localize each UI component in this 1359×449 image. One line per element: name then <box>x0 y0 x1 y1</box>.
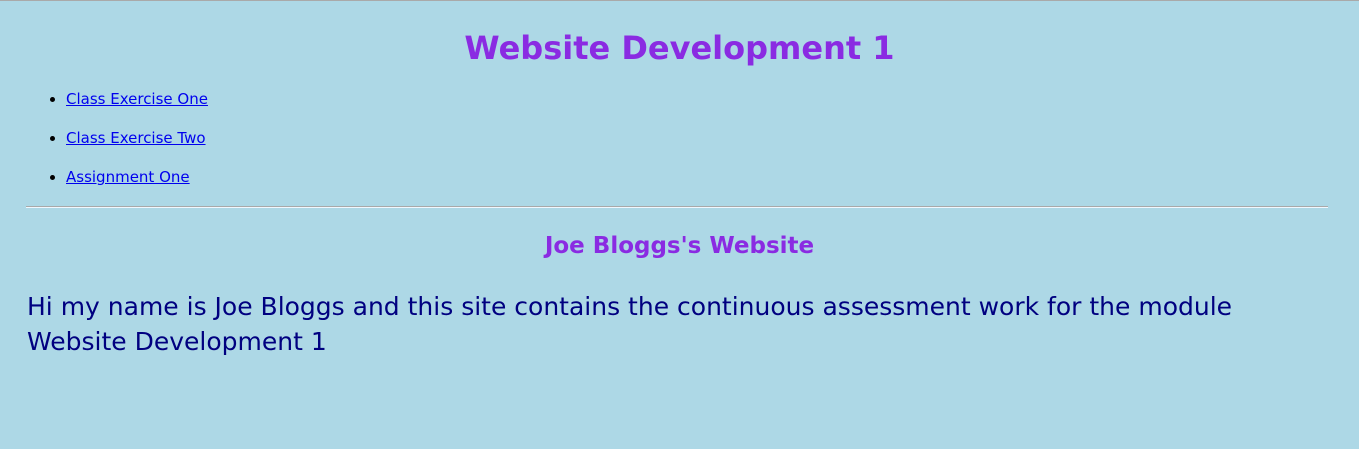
navigation-list: Class Exercise One Class Exercise Two As… <box>26 89 208 206</box>
list-item: Class Exercise Two <box>66 128 208 167</box>
class-exercise-two-link[interactable]: Class Exercise Two <box>66 129 206 147</box>
class-exercise-one-link[interactable]: Class Exercise One <box>66 90 208 108</box>
horizontal-divider <box>26 206 1328 208</box>
page: Website Development 1 Class Exercise One… <box>0 1 1359 449</box>
list-item: Assignment One <box>66 167 208 206</box>
intro-paragraph: Hi my name is Joe Bloggs and this site c… <box>27 292 1233 356</box>
assignment-one-link[interactable]: Assignment One <box>66 168 190 186</box>
list-item: Class Exercise One <box>66 89 208 128</box>
section-heading: Joe Bloggs's Website <box>544 233 815 259</box>
page-title: Website Development 1 <box>464 29 895 67</box>
